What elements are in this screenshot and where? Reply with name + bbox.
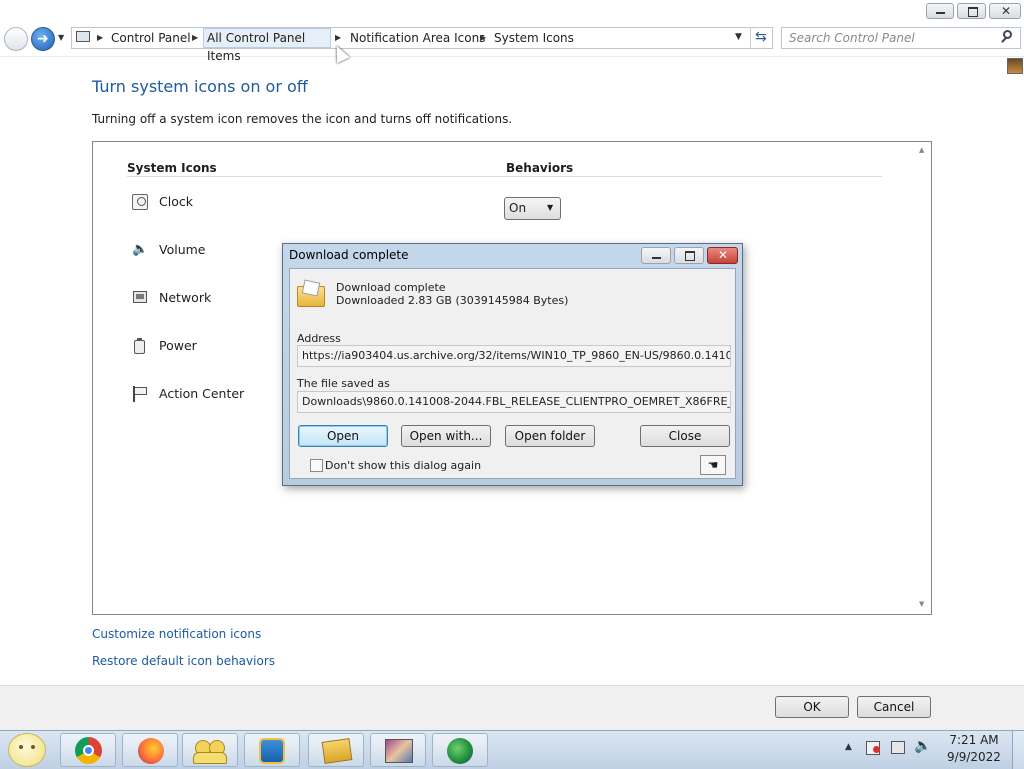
minimize-button[interactable] (926, 3, 954, 19)
dialog-minimize-button[interactable] (641, 247, 671, 264)
system-icon-label-clock: Clock (159, 194, 193, 209)
action-center-tray-icon[interactable] (866, 741, 880, 755)
clock-behavior-select[interactable]: On ▼ (504, 197, 561, 220)
breadcrumb-control-panel[interactable]: Control Panel (111, 28, 191, 48)
taskbar: ▲ 🔈 7:21 AM 9/9/2022 (0, 730, 1024, 769)
taskbar-users[interactable] (182, 733, 238, 767)
search-input[interactable]: Search Control Panel (789, 31, 915, 45)
taskbar-firefox[interactable] (122, 733, 178, 767)
winrar-icon (385, 739, 413, 763)
breadcrumb-notification-area-icons[interactable]: Notification Area Icons (350, 28, 485, 48)
close-icon: ✕ (718, 248, 729, 262)
dont-show-label[interactable]: Don't show this dialog again (325, 459, 481, 472)
restore-default-behaviors-link[interactable]: Restore default icon behaviors (92, 654, 275, 668)
arrow-right-icon: ➜ (37, 31, 49, 47)
start-button[interactable] (8, 733, 46, 767)
page-description: Turning off a system icon removes the ic… (92, 112, 513, 126)
saved-as-label: The file saved as (297, 377, 390, 390)
volume-tray-icon[interactable]: 🔈 (914, 738, 931, 754)
search-icon-handle (1001, 37, 1007, 43)
speaker-icon: 🔈 (132, 242, 149, 257)
header-divider (127, 176, 882, 177)
download-manager-icon (447, 738, 473, 764)
breadcrumb-separator[interactable]: ▶ (192, 28, 198, 48)
download-complete-dialog: Download complete ✕ Download complete Do… (282, 243, 743, 486)
dialog-body: Download complete Downloaded 2.83 GB (30… (289, 268, 736, 479)
download-size-text: Downloaded 2.83 GB (3039145984 Bytes) (336, 294, 569, 307)
firefox-icon (138, 738, 164, 764)
customize-notification-icons-link[interactable]: Customize notification icons (92, 627, 261, 641)
scroll-up-icon[interactable]: ▲ (919, 146, 924, 154)
ok-button[interactable]: OK (775, 696, 849, 718)
column-header-behaviors: Behaviors (506, 161, 574, 175)
show-desktop-button[interactable] (1012, 731, 1024, 769)
dialog-heading: Download complete (336, 281, 446, 294)
tray-time[interactable]: 7:21 AM (946, 733, 1002, 747)
address-bar[interactable]: ▶ Control Panel ▶ All Control Panel Item… (71, 27, 773, 63)
open-with-button[interactable]: Open with... (401, 425, 491, 447)
minimize-icon (652, 257, 661, 259)
computer-icon (76, 31, 90, 42)
maximize-icon (685, 251, 695, 261)
breadcrumb-system-icons[interactable]: System Icons (494, 28, 574, 48)
hand-cursor-icon[interactable]: ☚ (700, 455, 726, 475)
minimize-icon (936, 12, 945, 14)
address-label: Address (297, 332, 341, 345)
restore-icon (968, 7, 978, 17)
system-icon-label-network: Network (159, 290, 212, 305)
scroll-down-icon[interactable]: ▼ (919, 600, 924, 608)
system-icon-label-power: Power (159, 338, 197, 353)
breadcrumb-all-items[interactable]: All Control Panel Items (203, 28, 331, 63)
vertical-scrollbar[interactable]: ▲ ▼ (914, 142, 931, 614)
address-dropdown[interactable]: ▼ (735, 32, 742, 42)
smiley-icon (19, 745, 23, 749)
breadcrumb-separator[interactable]: ▶ (97, 28, 103, 48)
forward-button[interactable]: ➜ (31, 27, 55, 51)
taskbar-chrome[interactable] (60, 733, 116, 767)
title-bar: ✕ (0, 0, 1024, 24)
folder-icon (297, 279, 327, 307)
dialog-close-button[interactable]: ✕ (707, 247, 738, 264)
dialog-title: Download complete (289, 248, 409, 262)
footer-bar: OK Cancel (0, 685, 1024, 731)
column-header-system-icons: System Icons (127, 161, 217, 175)
recent-pages-dropdown[interactable]: ▼ (58, 33, 64, 42)
saved-path-field[interactable]: Downloads\9860.0.141008-2044.FBL_RELEASE… (297, 391, 731, 413)
divider (750, 28, 751, 48)
taskbar-folder[interactable] (308, 733, 364, 767)
app-icon (259, 738, 285, 764)
breadcrumb-separator[interactable]: ▶ (480, 28, 486, 48)
clock-behavior-value: On (509, 201, 527, 215)
open-folder-button[interactable]: Open folder (505, 425, 595, 447)
dont-show-checkbox[interactable] (310, 459, 323, 472)
tray-date[interactable]: 9/9/2022 (946, 750, 1002, 764)
close-dialog-button[interactable]: Close (640, 425, 730, 447)
chevron-down-icon: ▼ (547, 203, 554, 212)
close-icon: ✕ (1001, 4, 1012, 18)
address-field[interactable]: https://ia903404.us.archive.org/32/items… (297, 345, 731, 367)
page-title: Turn system icons on or off (92, 77, 308, 96)
search-box[interactable]: Search Control Panel (781, 27, 1021, 49)
taskbar-app[interactable] (244, 733, 300, 767)
show-hidden-icons-button[interactable]: ▲ (845, 742, 852, 752)
system-icon-label-volume: Volume (159, 242, 206, 257)
refresh-icon[interactable]: ⇆ (755, 29, 767, 45)
help-icon[interactable] (1007, 58, 1023, 74)
maximize-button[interactable] (957, 3, 986, 19)
network-tray-icon[interactable] (891, 741, 905, 754)
taskbar-download-manager[interactable] (432, 733, 488, 767)
back-button[interactable] (4, 27, 28, 51)
close-button[interactable]: ✕ (989, 3, 1021, 19)
folder-icon (321, 738, 353, 764)
dialog-maximize-button[interactable] (674, 247, 704, 264)
open-button[interactable]: Open (298, 425, 388, 447)
cancel-button[interactable]: Cancel (857, 696, 931, 718)
taskbar-winrar[interactable] (370, 733, 426, 767)
system-icon-label-action-center: Action Center (159, 386, 245, 401)
